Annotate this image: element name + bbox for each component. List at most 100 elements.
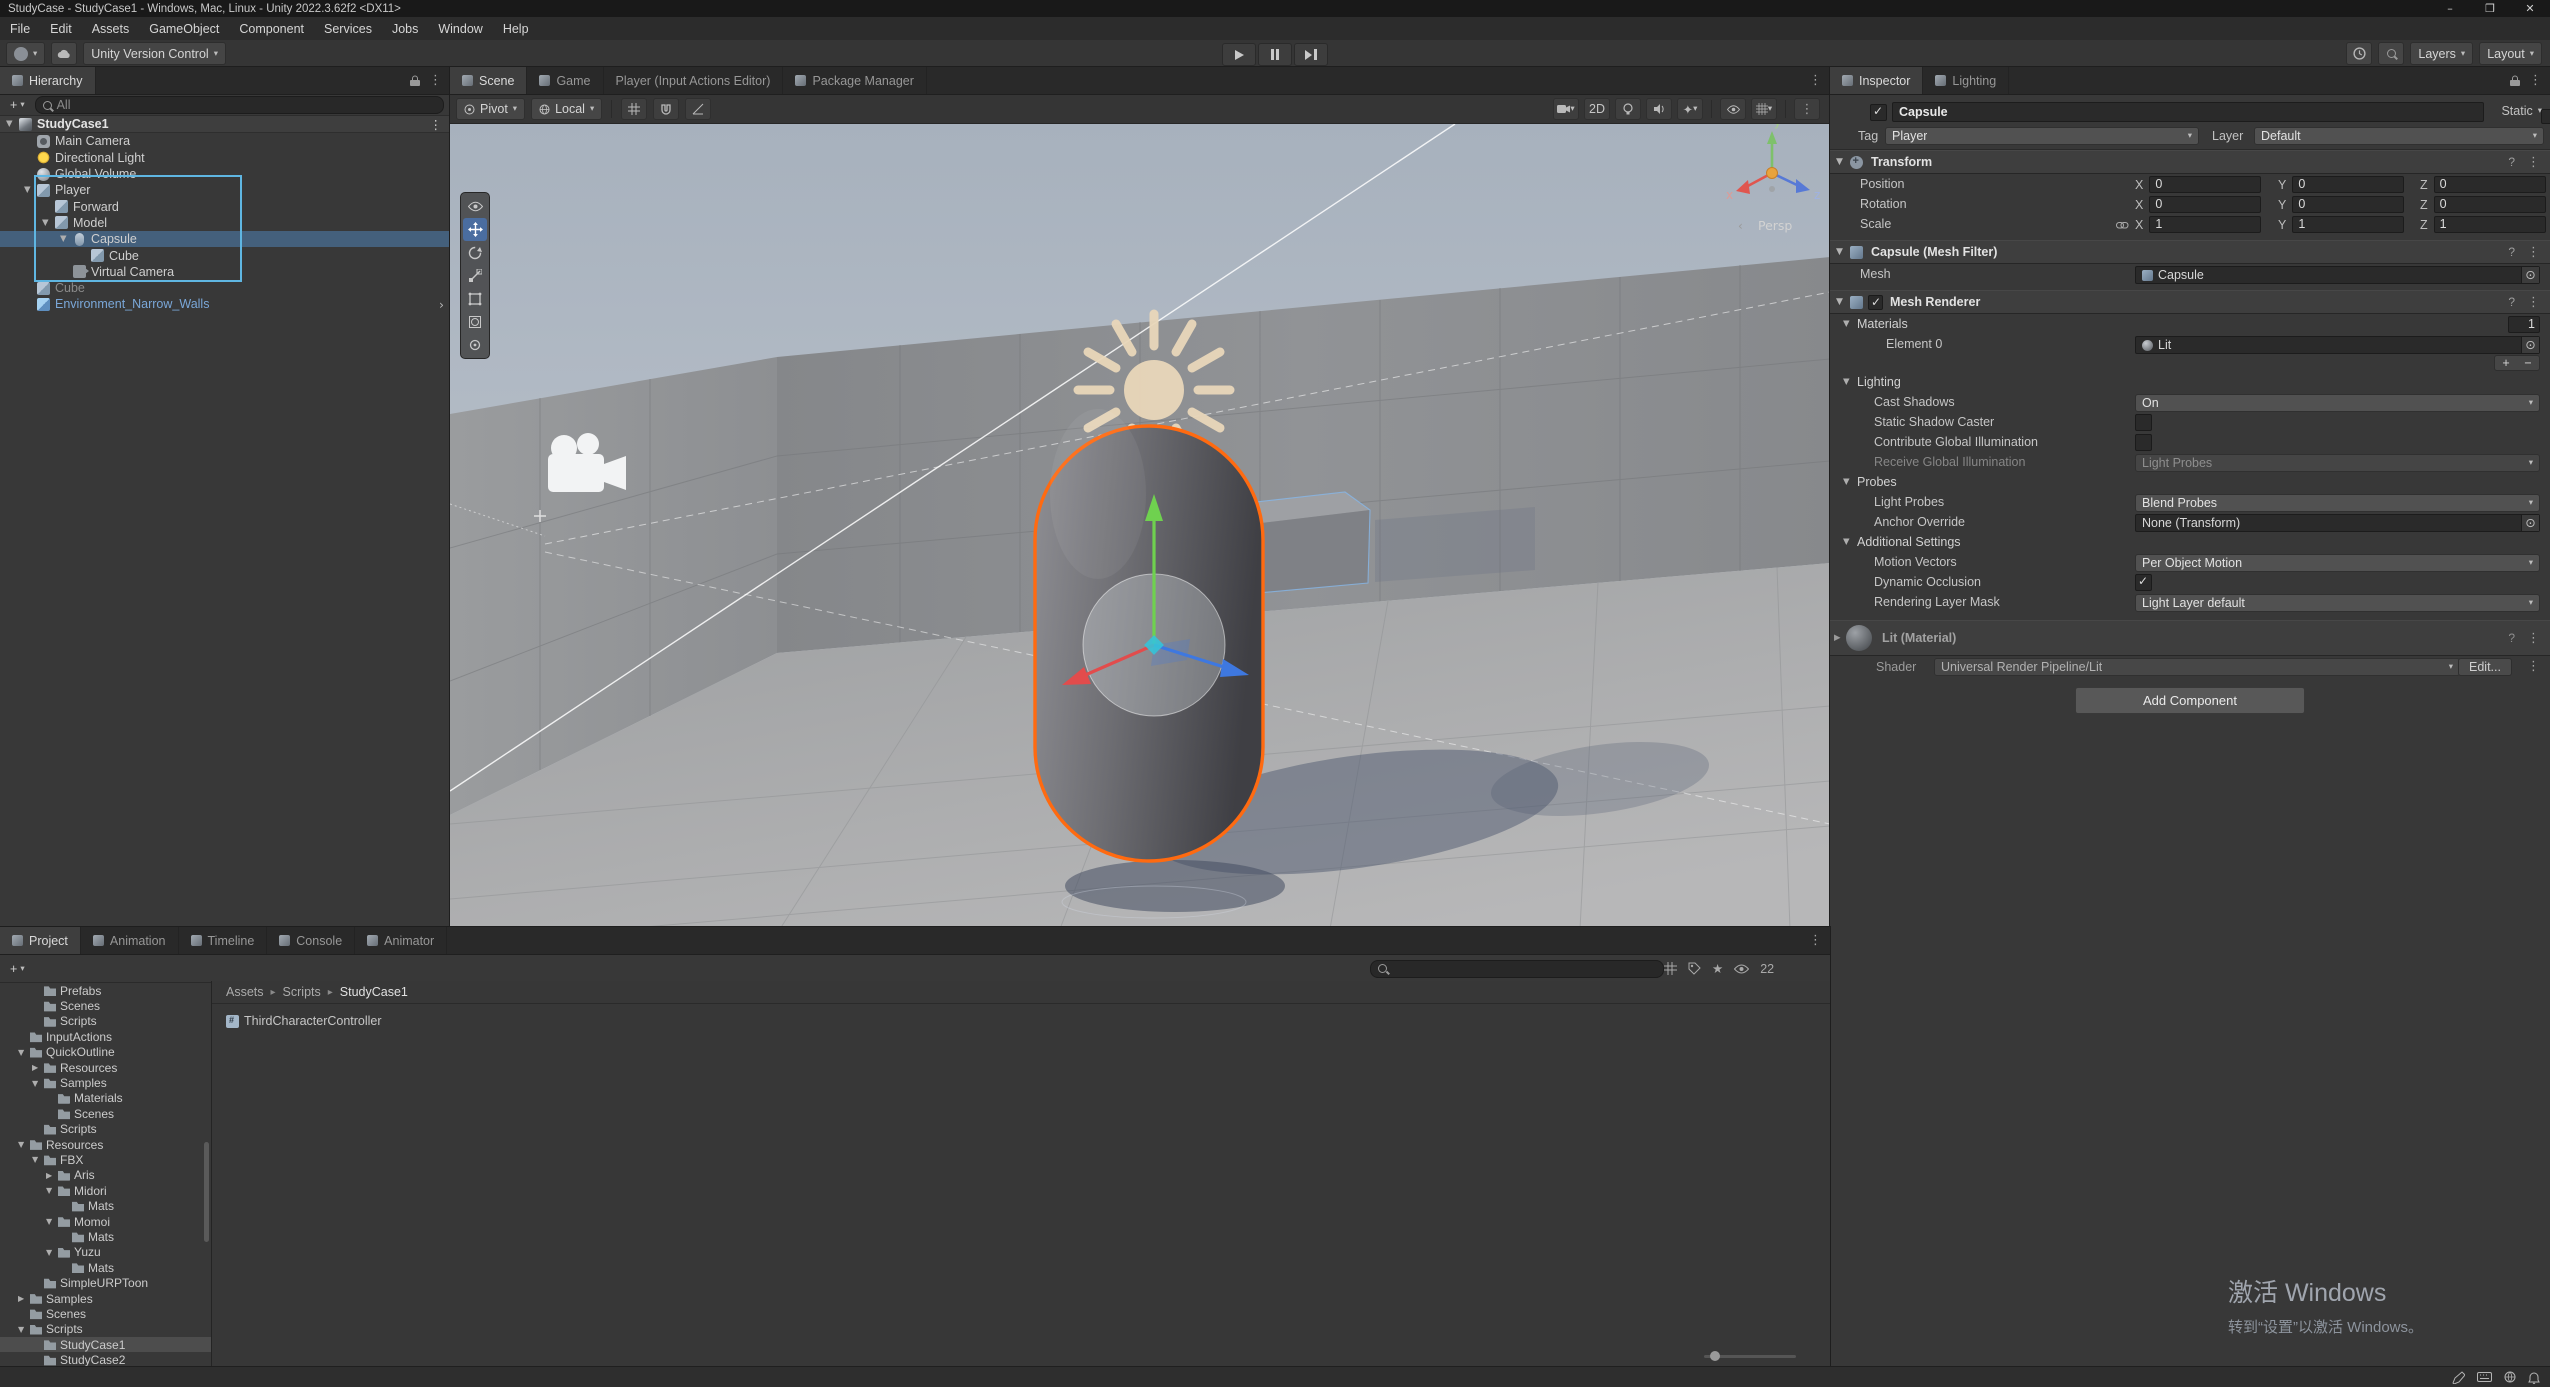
cloud-button[interactable] [51, 42, 77, 65]
mesh-renderer-component-header[interactable]: ▼ Mesh Renderer ?⋮ [1830, 290, 2550, 314]
step-button[interactable] [1294, 43, 1328, 66]
additional-settings-foldout[interactable]: ▼Additional Settings [1830, 532, 2550, 552]
receive-global-illumination-dropdown[interactable]: Light Probes▾ [2135, 454, 2540, 472]
grid-snap-button[interactable] [621, 98, 647, 120]
create-asset-button[interactable]: +▾ [6, 962, 29, 976]
menu-component[interactable]: Component [229, 22, 314, 36]
transform-component-header[interactable]: ▼ Transform ?⋮ [1830, 150, 2550, 174]
object-picker-icon[interactable]: ⊙ [2521, 515, 2539, 531]
transform-tool-button[interactable] [463, 310, 487, 333]
menu-edit[interactable]: Edit [40, 22, 82, 36]
layers-dropdown[interactable]: Layers ▾ [2410, 42, 2473, 65]
fold-arrow[interactable]: ▼ [46, 1217, 58, 1226]
project-folder-row[interactable]: Scenes [0, 998, 211, 1013]
scale-link-icon[interactable] [2116, 219, 2129, 233]
project-folder-row[interactable]: ▼QuickOutline [0, 1045, 211, 1060]
play-button[interactable] [1222, 43, 1256, 66]
breadcrumb-assets[interactable]: Assets [226, 985, 264, 999]
fold-arrow[interactable]: ▼ [18, 1325, 30, 1334]
project-folder-row[interactable]: ▼Momoi [0, 1214, 211, 1229]
position-y-field[interactable]: 0 [2292, 176, 2404, 193]
fold-arrow[interactable]: ▶ [46, 1171, 58, 1180]
menu-assets[interactable]: Assets [82, 22, 140, 36]
help-icon[interactable]: ? [2508, 295, 2515, 309]
scale-y-field[interactable]: 1 [2292, 216, 2404, 233]
breadcrumb-scripts[interactable]: Scripts [283, 985, 321, 999]
materials-count-field[interactable]: 1 [2508, 316, 2540, 333]
project-folder-row[interactable]: Prefabs [0, 983, 211, 998]
scene-lighting-button[interactable] [1615, 98, 1641, 120]
tab-animator[interactable]: Animator [355, 927, 447, 954]
handle-rotation-dropdown[interactable]: Local▾ [531, 98, 602, 120]
project-folder-row[interactable]: StudyCase2 [0, 1352, 211, 1366]
scene-options-icon[interactable]: ⋮ [430, 117, 443, 132]
scale-x-field[interactable]: 1 [2149, 216, 2261, 233]
gizmo-y-label[interactable]: y [1774, 124, 1781, 129]
prefab-open-icon[interactable]: › [439, 297, 444, 312]
menu-jobs[interactable]: Jobs [382, 22, 428, 36]
menu-help[interactable]: Help [493, 22, 539, 36]
hierarchy-row[interactable]: Virtual Camera [0, 264, 450, 280]
scene-effects-button[interactable]: ✦▾ [1677, 98, 1703, 120]
fold-arrow[interactable]: ▼ [46, 1186, 58, 1195]
light-probes-dropdown[interactable]: Blend Probes▾ [2135, 494, 2540, 512]
tab-scene[interactable]: Scene [450, 67, 527, 94]
rect-tool-button[interactable] [463, 287, 487, 310]
fold-arrow[interactable]: ▶ [32, 1063, 44, 1072]
layer-dropdown[interactable]: Default▾ [2254, 127, 2544, 145]
tab-project[interactable]: Project [0, 927, 81, 954]
project-tree-scrollbar[interactable] [204, 1142, 209, 1242]
add-component-button[interactable]: Add Component [2075, 687, 2305, 714]
project-folder-row[interactable]: Scenes [0, 1106, 211, 1121]
account-button[interactable]: ▾ [6, 42, 45, 65]
rotation-x-field[interactable]: 0 [2149, 196, 2261, 213]
pivot-dropdown[interactable]: Pivot▾ [456, 98, 525, 120]
toggle-2d-button[interactable]: 2D [1584, 98, 1610, 120]
lighting-foldout[interactable]: ▼Lighting [1830, 372, 2550, 392]
menu-services[interactable]: Services [314, 22, 382, 36]
scale-z-field[interactable]: 1 [2434, 216, 2546, 233]
panel-menu-icon[interactable]: ⋮ [1809, 73, 1822, 88]
increment-snap-button[interactable] [685, 98, 711, 120]
hierarchy-row[interactable]: ▼Player [0, 182, 450, 198]
hierarchy-row[interactable]: ▼StudyCase1⋮ [0, 116, 450, 133]
component-menu-icon[interactable]: ⋮ [2527, 295, 2540, 310]
search-by-type-icon[interactable] [1664, 962, 1677, 975]
menu-file[interactable]: File [0, 22, 40, 36]
tab-input-actions[interactable]: Player (Input Actions Editor) [604, 67, 784, 94]
tab-animation[interactable]: Animation [81, 927, 179, 954]
fold-arrow[interactable]: ▼ [1836, 297, 1850, 307]
grid-visibility-button[interactable]: ▾ [1751, 98, 1777, 120]
fold-arrow[interactable]: ▼ [60, 234, 73, 244]
move-tool-button[interactable] [463, 218, 487, 241]
hierarchy-row[interactable]: Main Camera [0, 133, 450, 149]
file-item[interactable]: ThirdCharacterController [226, 1012, 1830, 1030]
material-header[interactable]: ▶ Lit (Material) ?⋮ [1830, 620, 2550, 656]
tab-console[interactable]: Console [267, 927, 355, 954]
save-search-star-icon[interactable]: ★ [1712, 961, 1723, 976]
project-folder-row[interactable]: SimpleURPToon [0, 1275, 211, 1290]
tab-hierarchy[interactable]: Hierarchy [0, 67, 96, 94]
fold-arrow[interactable]: ▼ [1836, 157, 1850, 167]
contribute-global-illumination-checkbox[interactable] [2135, 434, 2152, 451]
hierarchy-row[interactable]: Cube [0, 280, 450, 296]
shader-menu-icon[interactable]: ⋮ [2527, 659, 2540, 674]
active-checkbox[interactable] [1870, 104, 1887, 121]
pen-icon[interactable] [2452, 1371, 2465, 1384]
undo-history-button[interactable] [2346, 42, 2372, 65]
static-shadow-caster-checkbox[interactable] [2135, 414, 2152, 431]
persp-label[interactable]: Persp [1758, 218, 1792, 233]
search-button[interactable] [2378, 42, 2404, 65]
component-menu-icon[interactable]: ⋮ [2527, 631, 2540, 646]
help-icon[interactable]: ? [2508, 245, 2515, 259]
project-folder-row[interactable]: ▶Samples [0, 1291, 211, 1306]
fold-arrow[interactable]: ▼ [32, 1155, 44, 1164]
fold-arrow[interactable]: ▼ [18, 1048, 30, 1057]
hierarchy-row[interactable]: Cube [0, 247, 450, 263]
gizmo-x-label[interactable]: x [1726, 188, 1733, 202]
project-folder-row[interactable]: ▶Resources [0, 1060, 211, 1075]
custom-tools-button[interactable] [463, 333, 487, 356]
project-folder-row[interactable]: Scripts [0, 1122, 211, 1137]
hierarchy-row[interactable]: ▼Capsule [0, 231, 450, 247]
panel-menu-icon[interactable]: ⋮ [1809, 933, 1822, 948]
